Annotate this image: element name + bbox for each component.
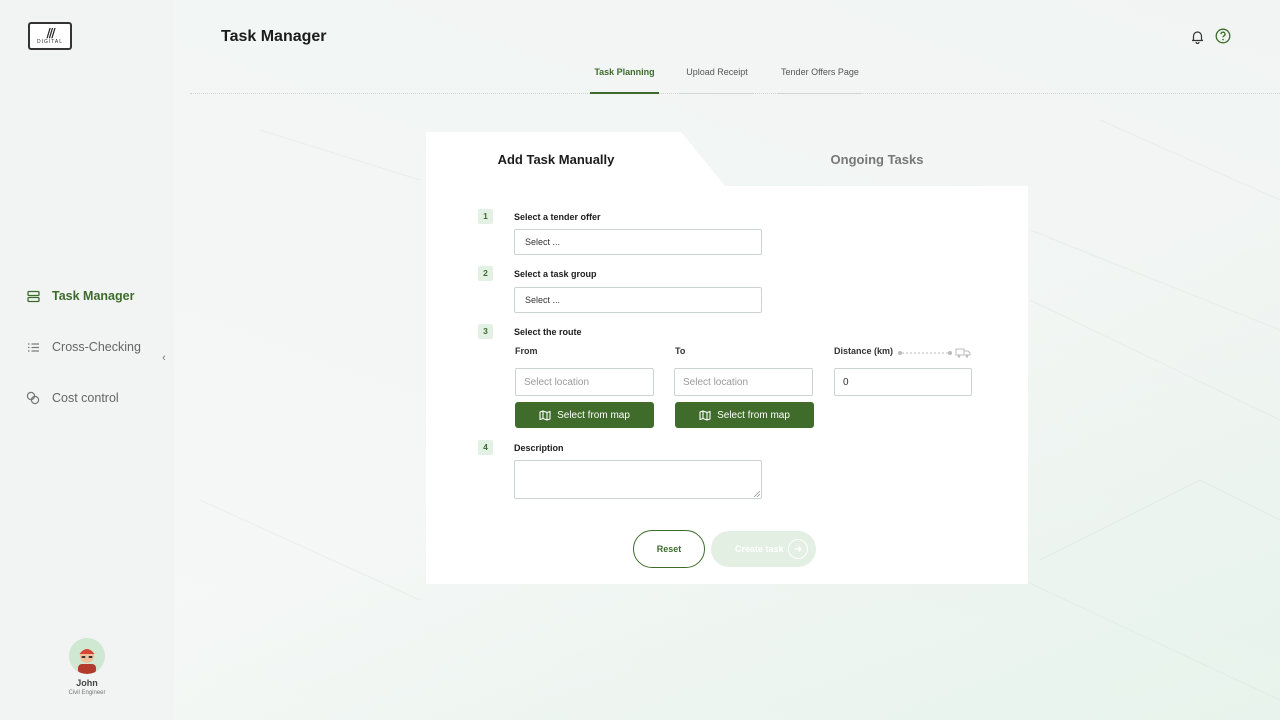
avatar bbox=[69, 638, 105, 674]
from-label: From bbox=[515, 346, 538, 356]
button-label: Create task bbox=[735, 544, 784, 554]
map-icon bbox=[539, 409, 551, 421]
distance-input[interactable]: 0 bbox=[834, 368, 972, 396]
create-task-button[interactable]: Create task bbox=[711, 531, 816, 567]
card-tabs: Add Task Manually Ongoing Tasks bbox=[426, 132, 1028, 187]
to-location-input[interactable]: Select location bbox=[674, 368, 813, 396]
user-profile[interactable]: John Civil Engineer bbox=[0, 638, 174, 696]
tab-add-task-manually[interactable]: Add Task Manually bbox=[426, 132, 726, 187]
bell-icon[interactable] bbox=[1188, 27, 1206, 45]
user-role: Civil Engineer bbox=[68, 690, 106, 696]
sidebar-item-cost-control[interactable]: Cost control bbox=[26, 388, 166, 408]
collapse-sidebar-button[interactable]: ‹ bbox=[158, 352, 170, 366]
coins-icon bbox=[26, 391, 40, 405]
from-location-input[interactable]: Select location bbox=[515, 368, 654, 396]
sidebar-item-task-manager[interactable]: Task Manager bbox=[26, 286, 166, 306]
add-task-form: 1 Select a tender offer Select ... 2 Sel… bbox=[426, 186, 1028, 584]
user-name: John bbox=[76, 678, 98, 688]
select-value: Select ... bbox=[525, 295, 561, 305]
header-actions bbox=[1188, 27, 1232, 45]
sidebar-item-label: Task Manager bbox=[52, 289, 135, 303]
step-number: 2 bbox=[478, 266, 493, 281]
checklist-icon bbox=[26, 340, 40, 354]
step-label: Select a task group bbox=[514, 269, 597, 279]
map-icon bbox=[699, 409, 711, 421]
step-label: Description bbox=[514, 443, 564, 453]
tab-upload-receipt[interactable]: Upload Receipt bbox=[680, 67, 754, 94]
reset-button[interactable]: Reset bbox=[633, 530, 705, 568]
input-placeholder: Select location bbox=[524, 376, 590, 388]
step-number: 3 bbox=[478, 324, 493, 339]
tender-offer-select[interactable]: Select ... bbox=[514, 229, 762, 255]
arrow-right-icon bbox=[788, 539, 808, 559]
select-value: Select ... bbox=[525, 237, 561, 247]
from-select-map-button[interactable]: Select from map bbox=[515, 402, 654, 428]
page-title: Task Manager bbox=[221, 28, 327, 45]
resize-handle-icon[interactable] bbox=[754, 491, 760, 497]
description-textarea[interactable] bbox=[514, 460, 762, 499]
distance-label: Distance (km) bbox=[834, 346, 894, 356]
step-label: Select a tender offer bbox=[514, 212, 601, 222]
help-icon[interactable] bbox=[1214, 27, 1232, 45]
task-group-select[interactable]: Select ... bbox=[514, 287, 762, 313]
logo-mark-icon: /// bbox=[46, 26, 55, 40]
tab-label: Ongoing Tasks bbox=[830, 152, 924, 167]
tab-label: Add Task Manually bbox=[497, 152, 615, 167]
input-placeholder: Select location bbox=[683, 376, 749, 388]
to-select-map-button[interactable]: Select from map bbox=[675, 402, 814, 428]
tab-tender-offers[interactable]: Tender Offers Page bbox=[778, 67, 862, 94]
sidebar-item-cross-checking[interactable]: Cross-Checking bbox=[26, 337, 166, 357]
button-label: Select from map bbox=[717, 409, 790, 421]
logo-text: DIGITAL bbox=[36, 39, 64, 45]
sidebar: /// DIGITAL Task Manager Cross-Checking … bbox=[0, 0, 174, 720]
tab-task-planning[interactable]: Task Planning bbox=[590, 67, 659, 94]
sidebar-nav: Task Manager Cross-Checking Cost control bbox=[26, 286, 166, 439]
sidebar-item-label: Cross-Checking bbox=[52, 340, 141, 354]
step-label: Select the route bbox=[514, 327, 582, 337]
button-label: Select from map bbox=[557, 409, 630, 421]
input-value: 0 bbox=[843, 376, 849, 388]
to-label: To bbox=[675, 346, 686, 356]
sidebar-item-label: Cost control bbox=[52, 391, 119, 405]
top-tabs: Task Planning Upload Receipt Tender Offe… bbox=[190, 62, 1280, 94]
tab-ongoing-tasks[interactable]: Ongoing Tasks bbox=[726, 132, 1028, 187]
truck-route-icon bbox=[898, 348, 971, 358]
logo[interactable]: /// DIGITAL bbox=[28, 22, 72, 50]
step-number: 1 bbox=[478, 209, 493, 224]
list-icon bbox=[26, 289, 40, 303]
step-number: 4 bbox=[478, 440, 493, 455]
